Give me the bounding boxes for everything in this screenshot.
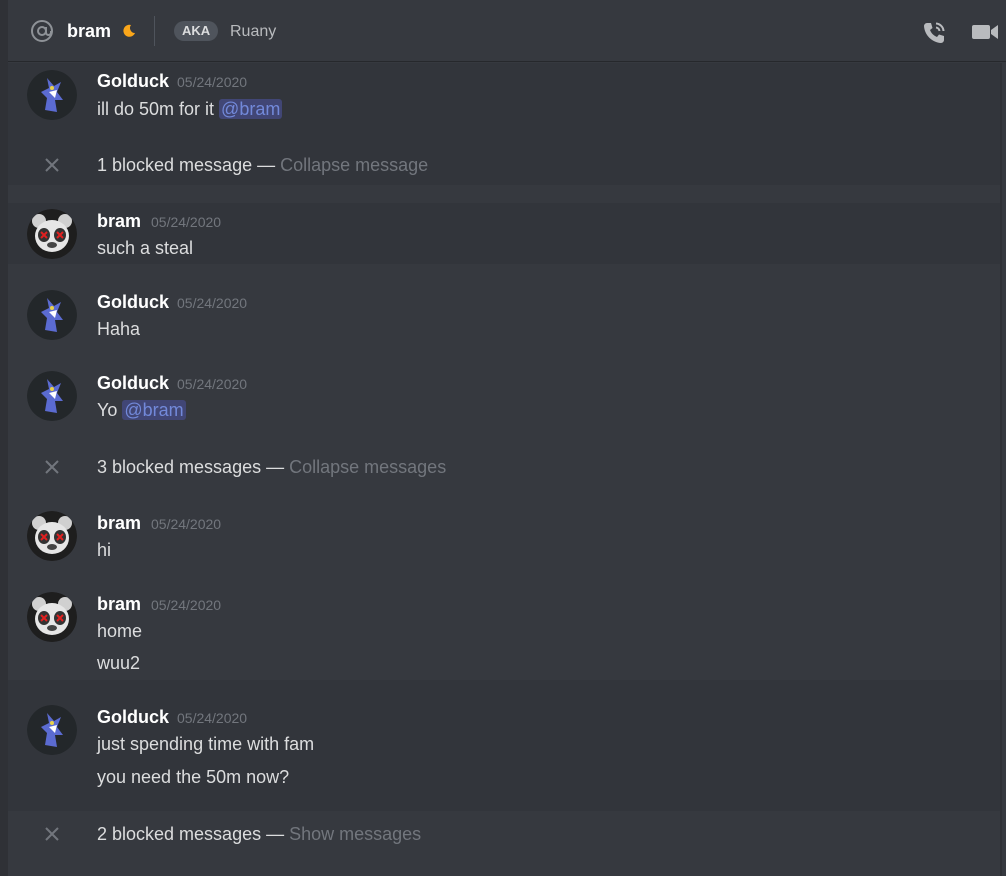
message: bram 05/24/2020 such a steal (8, 203, 1000, 264)
video-camera-icon[interactable] (971, 21, 999, 43)
blocked-count: 3 blocked messages (97, 457, 262, 477)
message-text: Yo (97, 400, 123, 420)
message: bram 05/24/2020 hi (8, 505, 1000, 567)
message-author[interactable]: Golduck (97, 70, 169, 92)
message-text: ill do 50m for it (97, 99, 220, 119)
message-author[interactable]: bram (97, 512, 141, 534)
message-content: just spending time with fam (97, 734, 315, 754)
blocked-messages-group: 3 blocked messages — Collapse messages (8, 447, 1000, 487)
avatar[interactable] (27, 290, 77, 340)
message-content: wuu2 (97, 653, 141, 673)
message-timestamp: 05/24/2020 (151, 214, 222, 230)
message-author[interactable]: Golduck (97, 291, 169, 313)
message: Golduck 05/24/2020 just spending time wi… (8, 680, 1000, 811)
user-mention[interactable]: @bram (122, 400, 186, 420)
message-timestamp: 05/24/2020 (177, 295, 248, 311)
avatar[interactable] (27, 592, 77, 642)
separator: — (261, 457, 290, 477)
blocked-messages-group: 2 blocked messages — Show messages (8, 814, 1000, 854)
message-timestamp: 05/24/2020 (151, 516, 222, 532)
message-author[interactable]: bram (97, 210, 141, 232)
blocked-messages-group: 1 blocked message — Collapse message (8, 145, 1000, 185)
message: Golduck 05/24/2020 Yo @bram (8, 365, 1000, 427)
blocked-message-notice: 2 blocked messages — Show messages (97, 823, 421, 845)
collapse-link[interactable]: Collapse messages (289, 457, 446, 477)
message-author[interactable]: Golduck (97, 372, 169, 394)
header-nickname: Ruany (230, 23, 277, 40)
blocked-message-notice: 1 blocked message — Collapse message (97, 154, 428, 176)
at-icon (31, 20, 53, 42)
message-timestamp: 05/24/2020 (177, 74, 248, 90)
message-timestamp: 05/24/2020 (151, 597, 222, 613)
message-timestamp: 05/24/2020 (177, 376, 248, 392)
message-author[interactable]: Golduck (97, 706, 169, 728)
avatar[interactable] (27, 209, 77, 259)
message: Golduck 05/24/2020 Haha (8, 284, 1000, 346)
header-username[interactable]: bram (67, 20, 111, 42)
message-timestamp: 05/24/2020 (177, 710, 248, 726)
message-content: ill do 50m for it @bram (97, 98, 283, 120)
aka-badge: AKA (174, 21, 219, 41)
close-icon[interactable] (43, 825, 61, 843)
message-author[interactable]: bram (97, 593, 141, 615)
close-icon[interactable] (43, 156, 61, 174)
close-icon[interactable] (43, 458, 61, 476)
user-mention[interactable]: @bram (219, 99, 283, 119)
separator: — (261, 824, 290, 844)
phone-call-icon[interactable] (921, 20, 947, 46)
message-content: such a steal (97, 238, 194, 258)
blocked-count: 2 blocked messages (97, 824, 262, 844)
avatar[interactable] (27, 705, 77, 755)
blocked-count: 1 blocked message (97, 155, 253, 175)
avatar[interactable] (27, 511, 77, 561)
message-content: Yo @bram (97, 399, 186, 421)
avatar[interactable] (27, 371, 77, 421)
header-divider (154, 16, 155, 46)
channel-header: bram AKA Ruany (8, 0, 1006, 62)
message: Golduck 05/24/2020 ill do 50m for it @br… (8, 63, 1000, 145)
sidebar-edge (0, 0, 8, 876)
scrollbar-track[interactable] (1000, 63, 1002, 876)
message-content: you need the 50m now? (97, 767, 290, 787)
show-messages-link[interactable]: Show messages (289, 824, 421, 844)
avatar[interactable] (27, 70, 77, 120)
blocked-message-notice: 3 blocked messages — Collapse messages (97, 456, 446, 478)
message-content: hi (97, 540, 112, 560)
collapse-link[interactable]: Collapse message (280, 155, 428, 175)
moon-icon (123, 24, 135, 37)
separator: — (252, 155, 281, 175)
message-content: Haha (97, 319, 141, 339)
message-content: home (97, 621, 143, 641)
message: bram 05/24/2020 home wuu2 (8, 586, 1000, 680)
